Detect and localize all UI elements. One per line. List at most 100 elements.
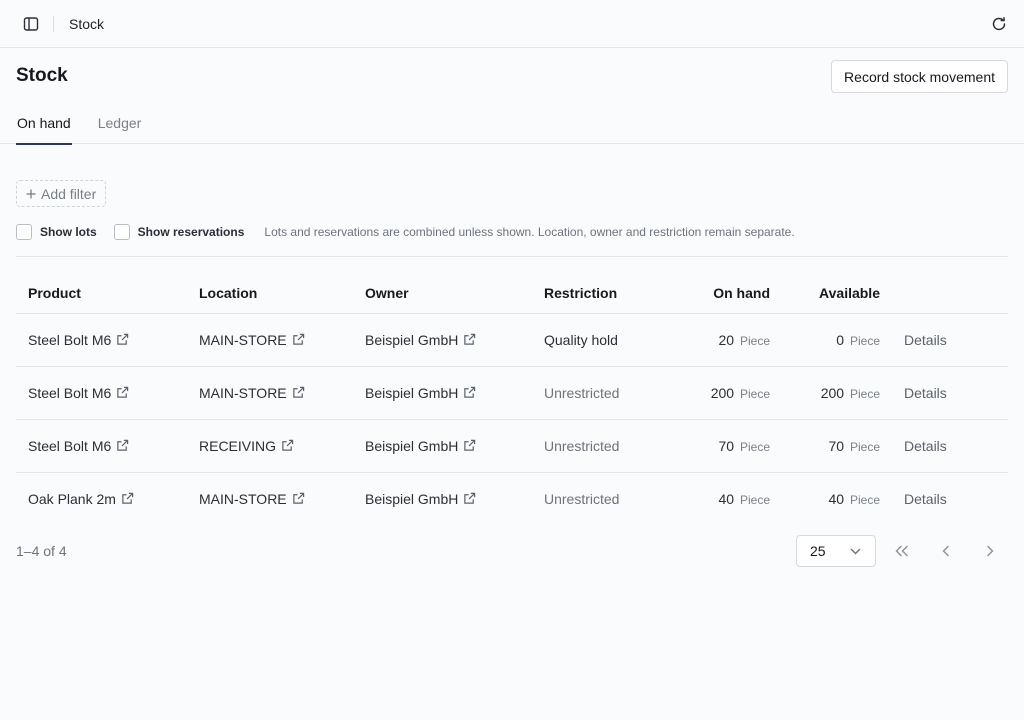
section-divider [16, 256, 1008, 257]
product-link[interactable]: Steel Bolt M6 [28, 332, 129, 348]
page-size-select[interactable]: 25 [796, 535, 876, 567]
sidebar-toggle-icon[interactable] [22, 15, 40, 33]
first-page-button[interactable] [891, 540, 913, 562]
chevrons-left-icon [895, 545, 908, 557]
unit-label: Piece [849, 492, 880, 507]
record-stock-movement-button[interactable]: Record stock movement [831, 60, 1008, 93]
topbar-divider [53, 15, 54, 32]
table-row: Oak Plank 2m MAIN-STORE Beispiel GmbH Un… [16, 472, 1008, 525]
product-link[interactable]: Steel Bolt M6 [28, 438, 129, 454]
checkbox-box[interactable] [16, 224, 32, 240]
owner-name: Beispiel GmbH [365, 384, 459, 401]
table-header-row: Product Location Owner Restriction On ha… [16, 273, 1008, 314]
column-header-location[interactable]: Location [187, 273, 353, 314]
location-link[interactable]: RECEIVING [199, 438, 294, 454]
product-name: Steel Bolt M6 [28, 331, 112, 348]
next-page-button[interactable] [979, 540, 1001, 562]
external-link-icon [464, 333, 476, 345]
on-hand-cell: 40 Piece [672, 472, 782, 525]
owner-name: Beispiel GmbH [365, 490, 459, 507]
owner-link[interactable]: Beispiel GmbH [365, 491, 476, 507]
column-header-owner[interactable]: Owner [353, 273, 532, 314]
chevron-right-icon [987, 545, 994, 557]
external-link-icon [117, 333, 129, 345]
on-hand-qty: 40 [718, 490, 735, 507]
restriction-cell: Unrestricted [532, 419, 672, 473]
details-link[interactable]: Details [904, 438, 947, 454]
external-link-icon [117, 439, 129, 451]
location-link[interactable]: MAIN-STORE [199, 491, 305, 507]
column-header-on-hand[interactable]: On hand [672, 273, 782, 314]
product-name: Steel Bolt M6 [28, 384, 112, 401]
tab-on-hand[interactable]: On hand [16, 115, 72, 145]
external-link-icon [292, 333, 304, 345]
show-reservations-checkbox[interactable]: Show reservations [113, 224, 245, 240]
on-hand-qty: 70 [718, 437, 735, 454]
owner-link[interactable]: Beispiel GmbH [365, 438, 476, 454]
checkbox-box[interactable] [113, 224, 130, 240]
add-filter-label: Add filter [41, 185, 97, 202]
table-row: Steel Bolt M6 MAIN-STORE Beispiel GmbH Q… [16, 313, 1008, 367]
page-header: Stock Record stock movement On hand Ledg… [0, 48, 1024, 145]
top-bar: Stock [0, 0, 1024, 48]
details-link[interactable]: Details [904, 491, 947, 507]
owner-name: Beispiel GmbH [365, 331, 459, 348]
unit-label: Piece [849, 386, 880, 401]
chevron-left-icon [942, 545, 949, 557]
location-name: MAIN-STORE [199, 490, 287, 507]
product-link[interactable]: Steel Bolt M6 [28, 385, 129, 401]
column-header-actions [892, 273, 1008, 314]
product-link[interactable]: Oak Plank 2m [28, 491, 134, 507]
unit-label: Piece [739, 386, 770, 401]
external-link-icon [464, 386, 476, 398]
external-link-icon [117, 386, 129, 398]
available-qty: 40 [828, 490, 845, 507]
location-link[interactable]: MAIN-STORE [199, 332, 305, 348]
available-qty: 70 [828, 437, 845, 454]
product-name: Oak Plank 2m [28, 490, 116, 507]
tab-bar: On hand Ledger [16, 115, 143, 145]
restriction-cell: Quality hold [532, 313, 672, 367]
page-title: Stock [16, 65, 68, 86]
breadcrumb[interactable]: Stock [69, 16, 104, 32]
restriction-cell: Unrestricted [544, 490, 620, 507]
owner-link[interactable]: Beispiel GmbH [365, 385, 476, 401]
tab-ledger[interactable]: Ledger [97, 115, 143, 144]
page-size-value: 25 [810, 543, 826, 559]
external-link-icon [122, 493, 134, 504]
location-link[interactable]: MAIN-STORE [199, 385, 305, 401]
available-cell: 200 Piece [782, 366, 892, 420]
available-cell: 0 Piece [782, 313, 892, 367]
column-header-restriction[interactable]: Restriction [532, 273, 672, 314]
display-options: Show lots Show reservations Lots and res… [16, 223, 795, 241]
column-header-available[interactable]: Available [782, 273, 892, 314]
external-link-icon [292, 493, 304, 504]
column-header-product[interactable]: Product [16, 273, 187, 314]
location-name: RECEIVING [199, 437, 277, 454]
restriction-cell: Unrestricted [532, 366, 672, 420]
unit-label: Piece [849, 333, 880, 348]
show-reservations-label: Show reservations [137, 225, 245, 239]
on-hand-qty: 20 [718, 331, 735, 348]
on-hand-cell: 20 Piece [672, 313, 782, 367]
location-name: MAIN-STORE [199, 384, 287, 401]
unit-label: Piece [849, 439, 880, 454]
external-link-icon [282, 439, 294, 451]
external-link-icon [464, 493, 476, 504]
unit-label: Piece [739, 492, 770, 507]
available-qty: 200 [820, 384, 845, 401]
on-hand-cell: 200 Piece [672, 366, 782, 420]
available-cell: 70 Piece [782, 419, 892, 473]
unit-label: Piece [739, 439, 770, 454]
aggregation-hint: Lots and reservations are combined unles… [264, 225, 795, 239]
add-filter-button[interactable]: Add filter [16, 180, 107, 207]
details-link[interactable]: Details [904, 385, 947, 401]
show-lots-checkbox[interactable]: Show lots [16, 224, 97, 240]
external-link-icon [292, 386, 304, 398]
refresh-icon[interactable] [990, 15, 1008, 33]
external-link-icon [464, 439, 476, 451]
location-name: MAIN-STORE [199, 331, 287, 348]
details-link[interactable]: Details [904, 332, 947, 348]
owner-link[interactable]: Beispiel GmbH [365, 332, 476, 348]
prev-page-button[interactable] [935, 540, 957, 562]
